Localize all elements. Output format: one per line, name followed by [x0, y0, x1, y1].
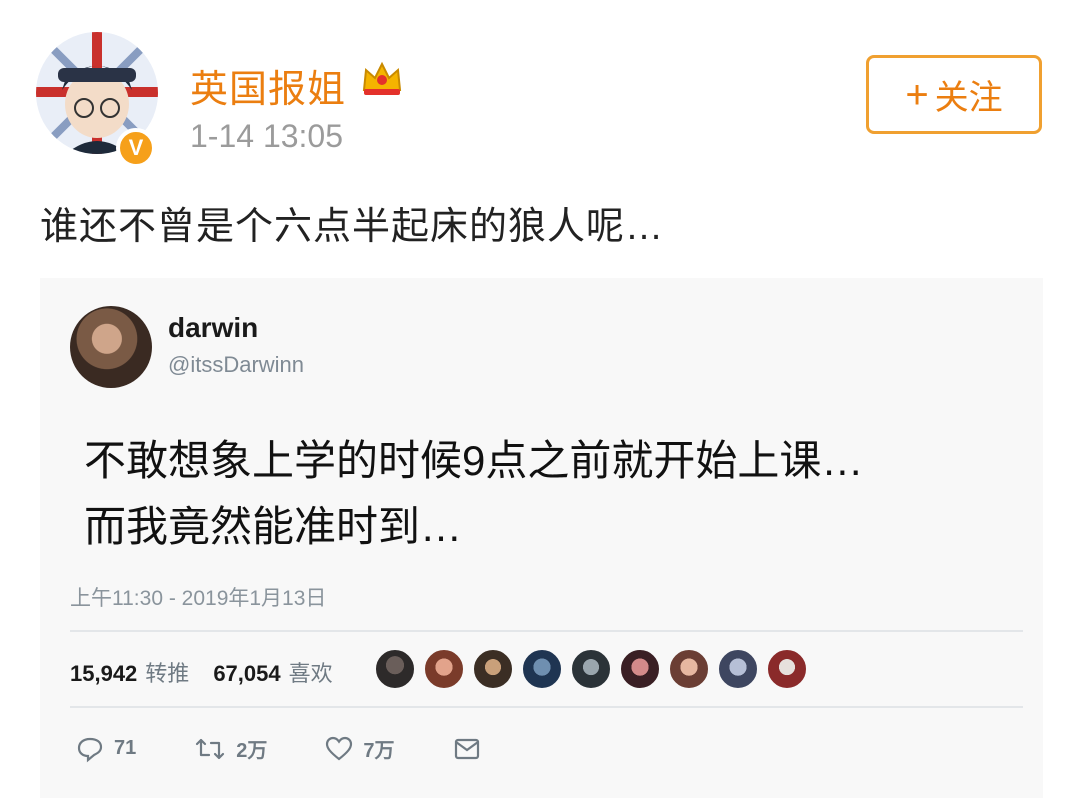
liker-avatar[interactable]: [570, 648, 612, 690]
follow-button[interactable]: + 关注: [866, 55, 1042, 134]
like-count: 7万: [363, 740, 395, 762]
tweet-stats: 15,942 转推 67,054 喜欢: [70, 656, 349, 688]
liker-avatar[interactable]: [374, 648, 416, 690]
liker-avatar[interactable]: [521, 648, 563, 690]
tweet-text: 不敢想象上学的时候9点之前就开始上课… 而我竟然能准时到…: [84, 428, 1004, 560]
retweets-label: 转推: [145, 661, 190, 686]
reply-button[interactable]: 71: [76, 735, 136, 763]
liker-avatar[interactable]: [766, 648, 808, 690]
reply-icon: [76, 735, 104, 763]
liker-avatar[interactable]: [668, 648, 710, 690]
divider: [70, 706, 1023, 708]
retweets-count: 15,942: [70, 661, 138, 686]
liker-avatar[interactable]: [717, 648, 759, 690]
tweet-text-line-1: 不敢想象上学的时候9点之前就开始上课…: [84, 437, 864, 484]
plus-icon: +: [905, 72, 929, 117]
tweet-author-avatar[interactable]: [70, 306, 152, 388]
crown-icon: [360, 58, 404, 98]
likes-label: 喜欢: [288, 661, 333, 686]
tweet-author-handle[interactable]: @itssDarwinn: [168, 352, 304, 378]
tweet-date: 上午11:30 - 2019年1月13日: [70, 587, 327, 610]
username[interactable]: 英国报姐: [190, 58, 346, 113]
post-timestamp: 1-14 13:05: [190, 118, 344, 154]
liker-avatars: [374, 648, 808, 690]
post-text: 谁还不曾是个六点半起床的狼人呢…: [40, 206, 665, 248]
liker-avatar[interactable]: [472, 648, 514, 690]
follow-label: 关注: [934, 79, 1003, 117]
tweet-actions: 71 2万 7万: [76, 734, 539, 763]
liker-avatar[interactable]: [423, 648, 465, 690]
retweet-count: 2万: [236, 740, 268, 762]
retweet-icon: [194, 735, 226, 763]
direct-message-button[interactable]: [453, 737, 481, 761]
tweet-author-name[interactable]: darwin: [168, 312, 258, 344]
mail-icon: [453, 737, 481, 761]
likes-count: 67,054: [213, 661, 281, 686]
liker-avatar[interactable]: [619, 648, 661, 690]
tweet-text-line-2: 而我竟然能准时到…: [84, 503, 463, 550]
divider: [70, 630, 1023, 632]
like-button[interactable]: 7万: [325, 734, 395, 763]
heart-icon: [325, 736, 353, 762]
reply-count: 71: [114, 737, 137, 759]
retweet-button[interactable]: 2万: [194, 734, 267, 763]
verified-badge: V: [116, 128, 156, 168]
